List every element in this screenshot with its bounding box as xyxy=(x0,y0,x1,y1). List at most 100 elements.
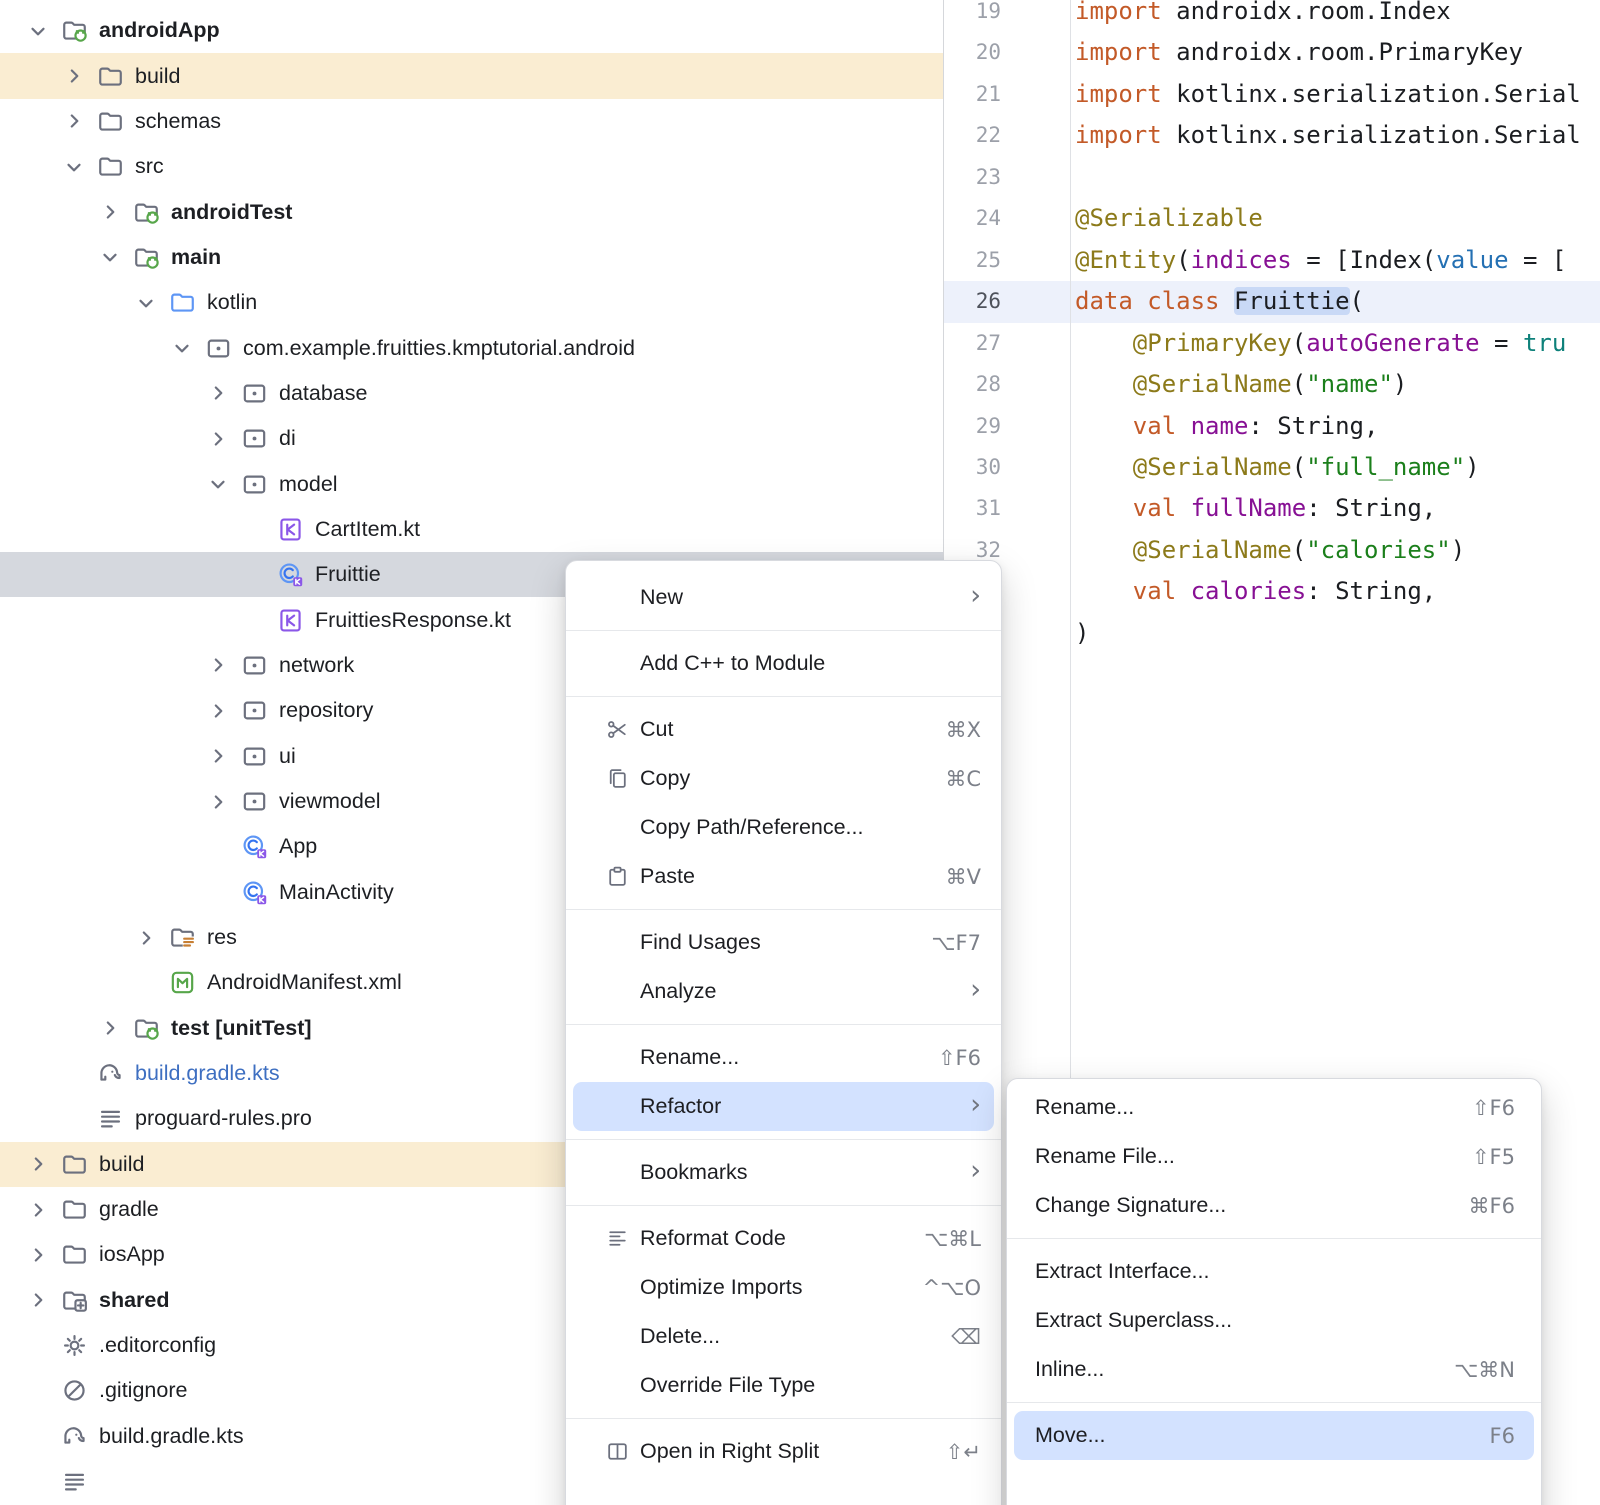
chevron-down-icon[interactable] xyxy=(164,330,200,366)
menu-item-extract-interface[interactable]: Extract Interface... xyxy=(1007,1247,1541,1296)
tree-item-kotlin[interactable]: kotlin xyxy=(0,280,943,325)
menu-item-extract-superclass[interactable]: Extract Superclass... xyxy=(1007,1296,1541,1345)
code-line[interactable]: import kotlinx.serialization.Serial xyxy=(1075,74,1581,115)
icon-spacer xyxy=(604,930,630,956)
menu-item-find-usages[interactable]: Find Usages⌥F7 xyxy=(566,918,1001,967)
menu-item-label: Optimize Imports xyxy=(640,1275,802,1300)
menu-shortcut: ⇧↵ xyxy=(946,1440,981,1464)
menu-item-optimize-imports[interactable]: Optimize Imports^⌥O xyxy=(566,1263,1001,1312)
menu-item-paste[interactable]: Paste⌘V xyxy=(566,852,1001,901)
package-icon xyxy=(236,738,272,774)
icon-spacer xyxy=(604,1160,630,1186)
tree-item-com-example-fruitties-kmptutorial-android[interactable]: com.example.fruitties.kmptutorial.androi… xyxy=(0,325,943,370)
menu-item-label: Copy Path/Reference... xyxy=(640,815,863,840)
menu-item-bookmarks[interactable]: Bookmarks› xyxy=(566,1148,1001,1197)
tree-item-label: .gitignore xyxy=(99,1378,187,1403)
code-line[interactable]: @Serializable xyxy=(1075,198,1581,239)
chevron-right-icon[interactable] xyxy=(200,375,236,411)
tree-item-database[interactable]: database xyxy=(0,371,943,416)
chevron-spacer xyxy=(20,1464,56,1500)
code-line[interactable]: val calories: String, xyxy=(1075,571,1581,612)
folder-android-icon xyxy=(128,239,164,275)
code-line[interactable]: val fullName: String, xyxy=(1075,488,1581,529)
code-line[interactable]: @SerialName("full_name") xyxy=(1075,447,1581,488)
menu-item-copy-path-reference[interactable]: Copy Path/Reference... xyxy=(566,803,1001,852)
code-line[interactable]: @SerialName("name") xyxy=(1075,364,1581,405)
menu-item-delete[interactable]: Delete...⌫ xyxy=(566,1312,1001,1361)
menu-shortcut: ⇧F6 xyxy=(1472,1096,1515,1120)
menu-item-move[interactable]: Move...F6 xyxy=(1014,1411,1534,1460)
code-line[interactable] xyxy=(1075,157,1581,198)
code-token: ( xyxy=(1350,287,1364,315)
chevron-right-icon[interactable] xyxy=(92,1010,128,1046)
code-line[interactable]: ) xyxy=(1075,613,1581,654)
chevron-down-icon[interactable] xyxy=(128,285,164,321)
menu-item-add-c-to-module[interactable]: Add C++ to Module xyxy=(566,639,1001,688)
menu-item-open-in-right-split[interactable]: Open in Right Split⇧↵ xyxy=(566,1427,1001,1476)
chevron-spacer xyxy=(236,602,272,638)
tree-item-label: res xyxy=(207,925,237,950)
code-line[interactable]: @Entity(indices = [Index(value = [ xyxy=(1075,240,1581,281)
menu-item-cut[interactable]: Cut⌘X xyxy=(566,705,1001,754)
chevron-right-icon[interactable] xyxy=(200,647,236,683)
menu-item-refactor[interactable]: Refactor› xyxy=(573,1082,994,1131)
package-icon xyxy=(236,466,272,502)
chevron-right-icon[interactable] xyxy=(128,920,164,956)
code-line[interactable]: @PrimaryKey(autoGenerate = tru xyxy=(1075,323,1581,364)
code-line[interactable]: import androidx.room.PrimaryKey xyxy=(1075,32,1581,73)
menu-item-inline[interactable]: Inline...⌥⌘N xyxy=(1007,1345,1541,1394)
chevron-right-icon[interactable] xyxy=(200,784,236,820)
chevron-right-icon[interactable] xyxy=(20,1146,56,1182)
chevron-down-icon[interactable] xyxy=(20,13,56,49)
chevron-right-icon[interactable] xyxy=(200,693,236,729)
chevron-spacer xyxy=(56,1101,92,1137)
menu-item-copy[interactable]: Copy⌘C xyxy=(566,754,1001,803)
chevron-right-icon[interactable] xyxy=(200,421,236,457)
menu-item-change-signature[interactable]: Change Signature...⌘F6 xyxy=(1007,1181,1541,1230)
menu-item-new[interactable]: New› xyxy=(566,573,1001,622)
tree-item-label: shared xyxy=(99,1288,170,1313)
code-area[interactable]: import androidx.room.Indeximport android… xyxy=(1075,0,1581,654)
chevron-right-icon[interactable] xyxy=(20,1282,56,1318)
code-line[interactable]: val name: String, xyxy=(1075,406,1581,447)
chevron-right-icon[interactable] xyxy=(92,194,128,230)
chevron-right-icon[interactable] xyxy=(20,1237,56,1273)
tree-item-androidtest[interactable]: androidTest xyxy=(0,189,943,234)
tree-item-di[interactable]: di xyxy=(0,416,943,461)
chevron-down-icon[interactable] xyxy=(200,466,236,502)
chevron-right-icon[interactable] xyxy=(56,103,92,139)
chevron-right-icon[interactable] xyxy=(56,58,92,94)
code-line[interactable]: import kotlinx.serialization.Serial xyxy=(1075,115,1581,156)
menu-item-analyze[interactable]: Analyze› xyxy=(566,967,1001,1016)
tree-item-main[interactable]: main xyxy=(0,235,943,280)
menu-item-rename[interactable]: Rename...⇧F6 xyxy=(566,1033,1001,1082)
chevron-down-icon[interactable] xyxy=(92,239,128,275)
tree-item-build[interactable]: build xyxy=(0,53,943,98)
tree-item-label: repository xyxy=(279,698,373,723)
tree-item-schemas[interactable]: schemas xyxy=(0,99,943,144)
tree-item-src[interactable]: src xyxy=(0,144,943,189)
menu-item-rename-file[interactable]: Rename File...⇧F5 xyxy=(1007,1132,1541,1181)
menu-item-reformat-code[interactable]: Reformat Code⌥⌘L xyxy=(566,1214,1001,1263)
tree-item-androidapp[interactable]: androidApp xyxy=(0,8,943,53)
chevron-right-icon[interactable] xyxy=(20,1192,56,1228)
menu-item-label: Analyze xyxy=(640,979,717,1004)
tree-item-cartitem-kt[interactable]: CartItem.kt xyxy=(0,507,943,552)
code-line[interactable]: import androidx.room.Index xyxy=(1075,0,1581,32)
folder-android-icon xyxy=(128,1010,164,1046)
code-token: ( xyxy=(1292,329,1306,357)
chevron-right-icon[interactable] xyxy=(200,738,236,774)
code-line[interactable]: @SerialName("calories") xyxy=(1075,530,1581,571)
menu-item-label: Find Usages xyxy=(640,930,761,955)
menu-item-override-file-type[interactable]: Override File Type xyxy=(566,1361,1001,1410)
code-token: ( xyxy=(1292,370,1306,398)
submenu-arrow-icon: › xyxy=(970,1157,981,1184)
code-token: : String, xyxy=(1306,494,1436,522)
tree-item-model[interactable]: model xyxy=(0,461,943,506)
code-line[interactable]: data class Fruittie( xyxy=(1075,281,1581,322)
chevron-down-icon[interactable] xyxy=(56,149,92,185)
code-token xyxy=(1075,453,1133,481)
code-token xyxy=(1176,494,1190,522)
tree-item-label: com.example.fruitties.kmptutorial.androi… xyxy=(243,336,635,361)
menu-item-rename[interactable]: Rename...⇧F6 xyxy=(1007,1083,1541,1132)
